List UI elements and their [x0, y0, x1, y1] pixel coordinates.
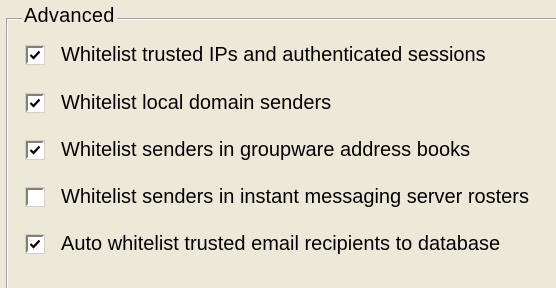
- option-label: Whitelist senders in instant messaging s…: [61, 186, 529, 208]
- checkbox-unchecked[interactable]: [25, 187, 45, 207]
- option-label: Whitelist trusted IPs and authenticated …: [61, 44, 486, 66]
- checkbox-checked[interactable]: [25, 93, 45, 113]
- checkbox-checked[interactable]: [25, 45, 45, 65]
- option-whitelist-im-rosters[interactable]: Whitelist senders in instant messaging s…: [25, 184, 529, 210]
- option-whitelist-groupware-address-books[interactable]: Whitelist senders in groupware address b…: [25, 137, 471, 163]
- option-label: Whitelist senders in groupware address b…: [61, 139, 471, 161]
- option-label: Whitelist local domain senders: [61, 92, 332, 114]
- option-label: Auto whitelist trusted email recipients …: [61, 233, 501, 255]
- checkmark-icon: [29, 145, 41, 155]
- advanced-group-title: Advanced: [22, 4, 117, 28]
- checkbox-checked[interactable]: [25, 140, 45, 160]
- checkbox-checked[interactable]: [25, 234, 45, 254]
- option-whitelist-local-domain[interactable]: Whitelist local domain senders: [25, 90, 332, 116]
- checkmark-icon: [29, 239, 41, 249]
- option-auto-whitelist-recipients[interactable]: Auto whitelist trusted email recipients …: [25, 231, 501, 257]
- option-whitelist-trusted-ips[interactable]: Whitelist trusted IPs and authenticated …: [25, 42, 486, 68]
- checkmark-icon: [29, 50, 41, 60]
- checkmark-icon: [29, 98, 41, 108]
